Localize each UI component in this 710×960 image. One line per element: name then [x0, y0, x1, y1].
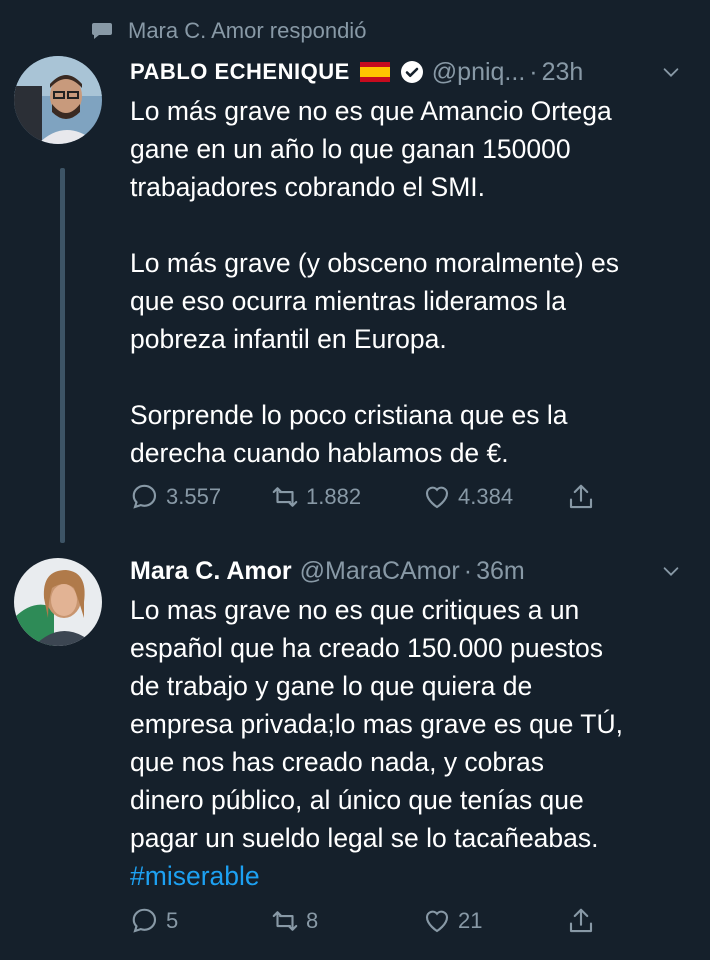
author-name[interactable]: PABLO ECHENIQUE [130, 59, 350, 85]
retweet-button[interactable]: 1.882 [270, 482, 361, 512]
retweet-count: 1.882 [306, 484, 362, 509]
reply-count: 3.557 [166, 484, 222, 509]
thread-line [60, 168, 65, 543]
author-handle[interactable]: @MaraCAmor [300, 557, 460, 586]
tweet-mara[interactable]: Mara C. Amor @MaraCAmor · 36m Lo mas gra… [130, 553, 682, 895]
tweet-header: Mara C. Amor @MaraCAmor · 36m [130, 553, 682, 589]
retweet-icon [272, 487, 298, 507]
reply-button[interactable]: 3.557 [130, 482, 221, 512]
avatar-pablo[interactable] [14, 56, 102, 144]
tweet-actions: 3.557 1.882 4.384 [130, 480, 690, 514]
tweet-text: Lo más grave no es que Amancio Ortega ga… [130, 96, 619, 468]
tweet-actions: 5 8 21 [130, 904, 690, 938]
avatar-mara[interactable] [14, 558, 102, 646]
tweet-time[interactable]: 23h [542, 58, 584, 87]
retweet-button[interactable]: 8 [270, 906, 318, 936]
like-count: 21 [458, 908, 483, 933]
tweet-header: PABLO ECHENIQUE @pniq... · 23h [130, 54, 682, 90]
reply-icon [132, 908, 157, 933]
separator-dot: · [529, 57, 538, 86]
speech-bubble-icon [92, 23, 112, 39]
reply-context: Mara C. Amor respondió [90, 18, 366, 44]
chevron-down-icon[interactable] [660, 61, 682, 83]
reply-context-text: Mara C. Amor respondió [128, 18, 367, 43]
author-handle[interactable]: @pniq... [432, 58, 525, 87]
separator-dot: · [463, 556, 473, 585]
chevron-down-icon[interactable] [660, 560, 682, 582]
share-icon [569, 484, 593, 509]
like-button[interactable]: 21 [422, 906, 482, 936]
reply-count: 5 [166, 908, 179, 933]
tweet-pablo[interactable]: PABLO ECHENIQUE @pniq... · 23h Lo más gr… [130, 54, 682, 472]
reply-icon [132, 484, 157, 509]
spain-flag-icon [359, 62, 390, 82]
heart-icon [425, 486, 449, 509]
retweet-count: 8 [306, 908, 319, 933]
share-button[interactable] [566, 482, 596, 512]
reply-button[interactable]: 5 [130, 906, 178, 936]
share-icon [569, 908, 593, 933]
tweet-text: Lo mas grave no es que critiques a un es… [130, 595, 623, 853]
tweet-time[interactable]: 36m [476, 557, 525, 586]
share-button[interactable] [566, 906, 596, 936]
like-button[interactable]: 4.384 [422, 482, 513, 512]
author-name[interactable]: Mara C. Amor [130, 557, 292, 586]
verified-badge-icon [400, 61, 423, 83]
heart-icon [425, 910, 449, 933]
hashtag-link[interactable]: #miserable [130, 857, 682, 895]
like-count: 4.384 [458, 484, 514, 509]
retweet-icon [272, 911, 298, 931]
